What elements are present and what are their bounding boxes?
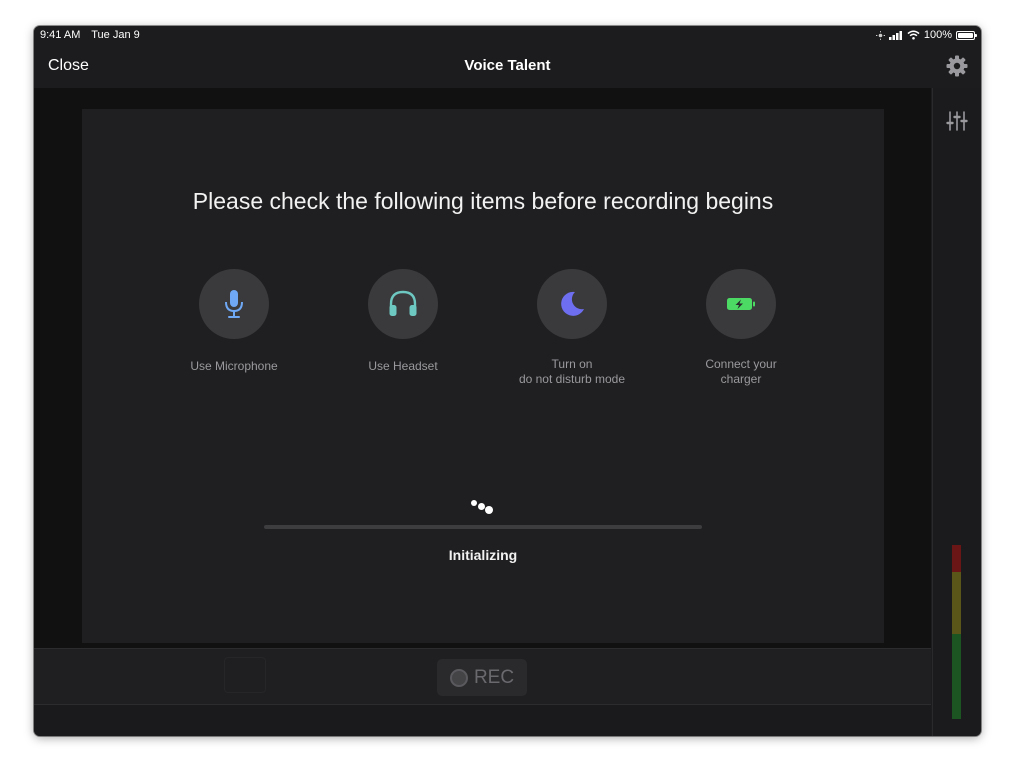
checklist-item-microphone: Use Microphone [149, 269, 319, 374]
battery-icon [956, 30, 977, 40]
moon-icon-circle [537, 269, 607, 339]
checklist-item-charger: Connect your charger [656, 269, 826, 387]
checklist-item-label: Use Headset [368, 359, 438, 373]
recorder-toolbar: REC [34, 648, 931, 705]
record-button[interactable]: REC [437, 659, 527, 696]
status-bar: 9:41 AM Tue Jan 9 100% [34, 26, 981, 46]
loading-spinner-icon [467, 495, 497, 515]
preflight-checklist-overlay: Please check the following items before … [82, 109, 884, 643]
microphone-icon [225, 290, 243, 318]
disabled-control [224, 657, 266, 693]
status-time: 9:41 AM [40, 29, 81, 41]
app-window: 9:41 AM Tue Jan 9 100% Close Voice Talen… [34, 26, 981, 736]
microphone-icon-circle [199, 269, 269, 339]
brightness-icon [875, 30, 885, 40]
record-button-label: REC [473, 666, 515, 688]
progress-bar [264, 525, 702, 529]
battery-charging-icon [727, 298, 755, 310]
signal-icon [888, 30, 902, 40]
checklist-item-do-not-disturb: Turn on do not disturb mode [487, 269, 657, 387]
checklist-item-label: Use Microphone [190, 359, 278, 373]
checklist-item-label: Turn on do not disturb mode [518, 357, 626, 386]
wifi-icon [907, 30, 920, 40]
gear-icon[interactable] [945, 54, 969, 78]
battery-percent: 100% [923, 29, 952, 41]
headphones-icon-circle [368, 269, 438, 339]
headphones-icon [389, 290, 417, 316]
side-panel [932, 88, 981, 736]
level-meter-low [952, 634, 961, 719]
checklist-heading: Please check the following items before … [192, 188, 774, 214]
record-dot-icon [449, 668, 468, 687]
sliders-icon[interactable] [946, 110, 968, 132]
status-date: Tue Jan 9 [91, 29, 140, 41]
status-text: Initializing [448, 547, 518, 563]
bottom-strip [34, 704, 931, 736]
level-meter-peak [952, 545, 961, 572]
navigation-bar: Close Voice Talent [34, 46, 981, 88]
checklist-item-headset: Use Headset [318, 269, 488, 374]
checklist-item-label: Connect your charger [705, 357, 777, 386]
level-meter [952, 545, 961, 719]
level-meter-mid [952, 572, 961, 634]
battery-charging-icon-circle [706, 269, 776, 339]
page-title: Voice Talent [464, 57, 551, 74]
moon-icon [561, 291, 584, 316]
